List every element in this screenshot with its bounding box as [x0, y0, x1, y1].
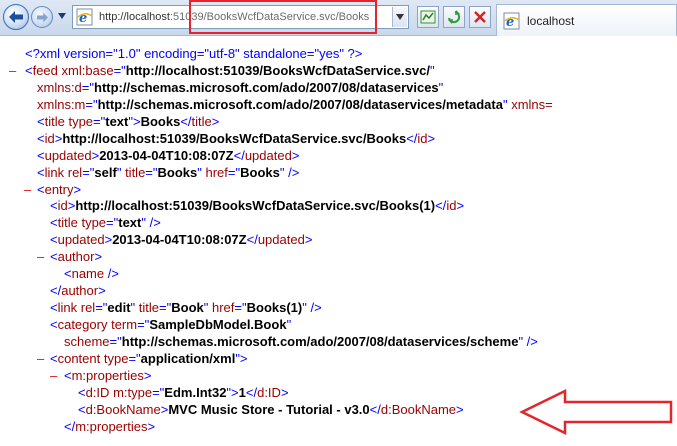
ie-page-icon: e [76, 8, 93, 26]
compatibility-view-icon [420, 10, 436, 24]
xml-category-scheme: scheme="http://schemas.microsoft.com/ado… [64, 333, 538, 349]
xml-category: <category term="SampleDbModel.Book" [50, 317, 292, 332]
tab-localhost[interactable]: e localhost [496, 4, 677, 36]
collapse-toggle[interactable]: – [50, 368, 57, 385]
xml-author-close: </author> [50, 283, 106, 299]
xml-author-name: <name /> [64, 266, 119, 282]
stop-button[interactable] [469, 6, 491, 28]
chevron-down-icon [396, 14, 404, 20]
ie-tab-icon: e [503, 12, 520, 30]
collapse-toggle[interactable]: – [37, 249, 44, 266]
xml-feed-open: – <feed xml:base="http://localhost:51039/… [9, 62, 435, 80]
xml-feed-title: <title type="text">Books</title> [37, 113, 220, 129]
collapse-toggle[interactable]: – [37, 351, 44, 368]
xml-entry-updated: <updated>2013-04-04T10:08:07Z</updated> [50, 232, 313, 248]
forward-arrow-icon [36, 12, 48, 22]
refresh-icon [447, 10, 461, 24]
back-button[interactable] [3, 4, 29, 30]
xml-entry-link: <link rel="edit" title="Book" href="Book… [50, 300, 322, 316]
compatibility-view-button[interactable] [417, 6, 439, 28]
xml-entry-title: <title type="text" /> [50, 215, 161, 231]
forward-button[interactable] [31, 6, 53, 28]
xml-entry-open: – <entry> [24, 181, 82, 199]
left-arrow-annotation-icon [519, 388, 673, 436]
back-arrow-icon [9, 11, 23, 23]
xml-author-open: – <author> [37, 249, 103, 266]
xml-feed-ns-d: xmlns:d="http://schemas.microsoft.com/ad… [37, 79, 444, 95]
xml-document: <?xml version="1.0" encoding="utf-8" sta… [0, 46, 677, 436]
xml-feed-ns-m: xmlns:m="http://schemas.microsoft.com/ad… [37, 96, 553, 112]
bookname-value: MVC Music Store - Tutorial - v3.0 [168, 401, 370, 417]
address-dropdown-button[interactable] [392, 7, 407, 27]
url-highlight-annotation [189, 0, 377, 34]
stop-icon [474, 11, 486, 23]
xml-feed-updated: <updated>2013-04-04T10:08:07Z</updated> [37, 147, 300, 163]
feed-base-url: http://localhost:51039/BooksWcfDataServi… [125, 62, 430, 78]
xml-declaration: <?xml version="1.0" encoding="utf-8" sta… [25, 46, 363, 61]
xml-properties-open: – <m:properties> [50, 367, 152, 385]
tab-title: localhost [527, 13, 575, 28]
refresh-button[interactable] [443, 6, 465, 28]
url-host: http://localhost [99, 11, 170, 23]
xml-content-open: – <content type="application/xml"> [37, 350, 248, 368]
collapse-toggle[interactable]: – [24, 182, 31, 199]
history-dropdown-icon[interactable] [57, 12, 67, 20]
xml-feed-id: <id>http://localhost:51039/BooksWcfDataS… [37, 130, 436, 146]
collapse-toggle[interactable]: – [9, 63, 16, 80]
xml-entry-id: <id>http://localhost:51039/BooksWcfDataS… [50, 198, 465, 214]
xml-feed-link: <link rel="self" title="Books" href="Boo… [37, 164, 300, 180]
